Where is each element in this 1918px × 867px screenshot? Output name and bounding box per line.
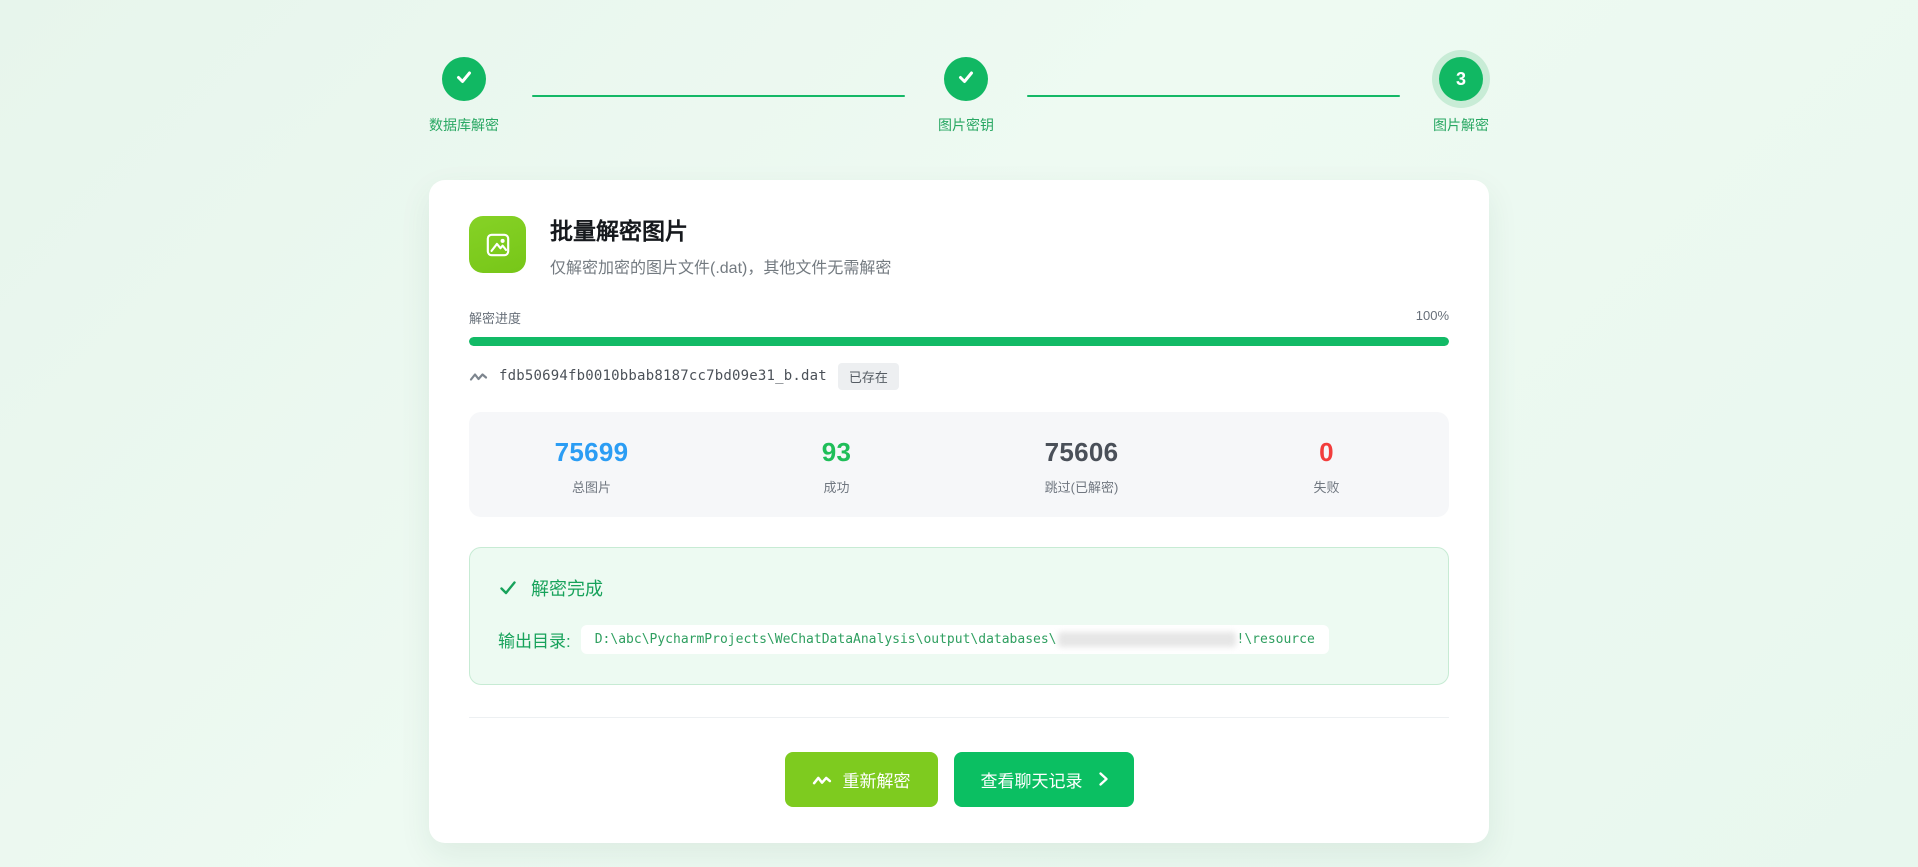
step-1-label: 数据库解密 — [429, 115, 499, 135]
view-chat-records-button[interactable]: 查看聊天记录 — [954, 752, 1134, 807]
stat-success-value: 93 — [822, 437, 852, 468]
progress-percent: 100% — [1416, 308, 1449, 327]
stat-skipped-value: 75606 — [1045, 437, 1119, 468]
success-panel: 解密完成 输出目录: D:\abc\PycharmProjects\WeChat… — [469, 547, 1449, 685]
view-chat-records-label: 查看聊天记录 — [981, 767, 1083, 792]
current-file-row: fdb50694fb0010bbab8187cc7bd09e31_b.dat 已… — [469, 363, 1449, 390]
batch-decrypt-card: 批量解密图片 仅解密加密的图片文件(.dat)，其他文件无需解密 解密进度 10… — [429, 180, 1489, 843]
step-3-label: 图片解密 — [1433, 115, 1489, 135]
redecrypt-button-label: 重新解密 — [843, 767, 911, 792]
stat-success-label: 成功 — [823, 477, 849, 496]
progress-bar — [469, 337, 1449, 346]
page-subtitle: 仅解密加密的图片文件(.dat)，其他文件无需解密 — [550, 254, 891, 278]
progress-header: 解密进度 100% — [469, 308, 1449, 327]
chevron-right-icon — [1094, 770, 1112, 788]
step-3-number: 3 — [1456, 69, 1466, 90]
check-icon — [955, 66, 977, 93]
stepper-connector — [1027, 95, 1400, 97]
step-image-key: 图片密钥 — [938, 57, 994, 135]
current-file-name: fdb50694fb0010bbab8187cc7bd09e31_b.dat — [499, 368, 827, 384]
stat-skipped-label: 跳过(已解密) — [1045, 477, 1119, 496]
stat-skipped: 75606 跳过(已解密) — [959, 437, 1204, 496]
stat-failed-value: 0 — [1319, 437, 1334, 468]
step-image-decrypt: 3 图片解密 — [1433, 57, 1489, 135]
stat-failed-label: 失败 — [1313, 477, 1339, 496]
wave-icon — [469, 368, 488, 384]
stat-failed: 0 失败 — [1204, 437, 1449, 496]
redecrypt-button[interactable]: 重新解密 — [785, 752, 938, 807]
success-title: 解密完成 — [531, 575, 603, 601]
output-directory-path: D:\abc\PycharmProjects\WeChatDataAnalysi… — [581, 625, 1329, 654]
stat-success: 93 成功 — [714, 437, 959, 496]
step-1-circle — [442, 57, 486, 101]
step-database-decrypt: 数据库解密 — [429, 57, 499, 135]
progress-bar-fill — [469, 337, 1449, 346]
path-suffix: !\resource — [1237, 632, 1315, 647]
stat-total-label: 总图片 — [572, 477, 611, 496]
check-icon — [498, 578, 518, 598]
step-2-label: 图片密钥 — [938, 115, 994, 135]
progress-label: 解密进度 — [469, 308, 521, 327]
redacted-path-segment — [1058, 632, 1236, 647]
page-title: 批量解密图片 — [550, 218, 891, 246]
stats-panel: 75699 总图片 93 成功 75606 跳过(已解密) 0 失败 — [469, 412, 1449, 517]
path-prefix: D:\abc\PycharmProjects\WeChatDataAnalysi… — [595, 632, 1057, 647]
file-status-badge: 已存在 — [838, 363, 899, 390]
action-buttons: 重新解密 查看聊天记录 — [469, 752, 1449, 807]
step-2-circle — [944, 57, 988, 101]
image-icon — [469, 216, 526, 273]
check-icon — [453, 66, 475, 93]
success-header: 解密完成 — [498, 575, 1420, 601]
divider — [469, 717, 1449, 718]
card-header-text: 批量解密图片 仅解密加密的图片文件(.dat)，其他文件无需解密 — [550, 216, 891, 278]
wizard-stepper: 数据库解密 图片密钥 3 图片解密 — [429, 0, 1489, 135]
card-header: 批量解密图片 仅解密加密的图片文件(.dat)，其他文件无需解密 — [469, 216, 1449, 278]
output-directory-row: 输出目录: D:\abc\PycharmProjects\WeChatDataA… — [498, 625, 1420, 654]
stat-total-value: 75699 — [555, 437, 629, 468]
step-3-circle: 3 — [1439, 57, 1483, 101]
wave-icon — [812, 771, 832, 788]
output-directory-label: 输出目录: — [498, 627, 571, 652]
stat-total: 75699 总图片 — [469, 437, 714, 496]
stepper-connector — [532, 95, 905, 97]
